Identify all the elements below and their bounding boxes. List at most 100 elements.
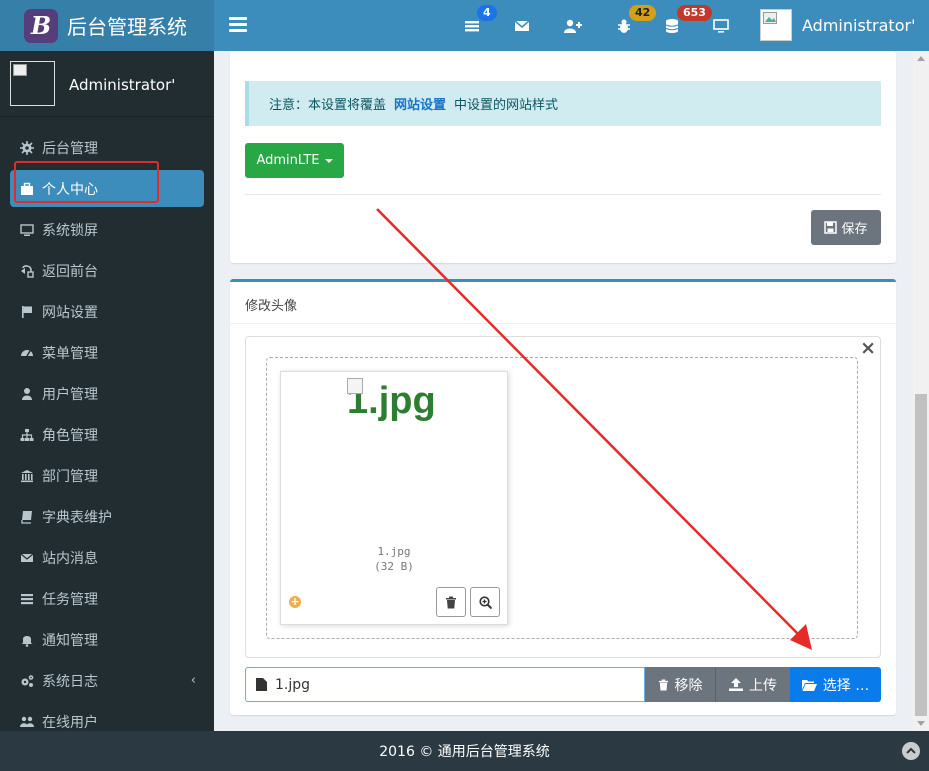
book-icon: [21, 510, 32, 524]
user-menu[interactable]: Administrator': [760, 9, 915, 41]
sidebar-item-label: 任务管理: [42, 591, 98, 608]
sidebar-item-label: 系统日志: [42, 673, 98, 690]
caret-down-icon: [324, 158, 333, 163]
sidebar-item-label: 站内消息: [42, 550, 98, 567]
sidebar-item-label: 字典表维护: [42, 509, 112, 526]
app-title: 后台管理系统: [67, 15, 187, 39]
file-size: (32 B): [374, 560, 414, 573]
browse-label: 选择 …: [822, 677, 870, 694]
save-button[interactable]: 保存: [811, 210, 881, 245]
chevron-up-icon: [906, 747, 916, 754]
sidebar-item-label: 用户管理: [42, 386, 98, 403]
sidebar-item-label: 通知管理: [42, 632, 98, 649]
sidebar-item-dictionary[interactable]: 字典表维护: [0, 496, 214, 537]
file-name: 1.jpg: [377, 545, 411, 558]
zoom-file-button[interactable]: [470, 587, 500, 617]
sidebar-item-logs[interactable]: 系统日志 ‹: [0, 660, 214, 701]
file-caption-value: 1.jpg: [275, 676, 311, 693]
dashboard-icon: [21, 349, 33, 356]
sidebar-item-label: 返回前台: [42, 263, 98, 280]
sidebar: Administrator' 后台管理 个人中心 系统锁屏 返回前台 网站设置 …: [0, 51, 214, 731]
tasks-icon[interactable]: [464, 18, 480, 34]
file-icon: [256, 678, 267, 691]
close-icon[interactable]: ×: [860, 337, 876, 359]
file-thumbnail: 1.jpg 1.jpg (32 B) +: [280, 371, 508, 625]
theme-settings-box: 注意：本设置将覆盖 网站设置 中设置的网站样式 AdminLTE 保存: [230, 51, 896, 263]
sidebar-item-site-settings[interactable]: 网站设置: [0, 291, 214, 332]
scroll-up-icon[interactable]: [917, 56, 925, 61]
bug-icon[interactable]: [616, 18, 632, 34]
divider: [230, 323, 896, 324]
tasks-badge: 4: [477, 5, 497, 21]
broken-image-icon: [347, 378, 363, 394]
scrollbar-thumb[interactable]: [915, 394, 927, 716]
trash-icon: [658, 679, 668, 690]
sidebar-item-messages[interactable]: 站内消息: [0, 537, 214, 578]
sidebar-menu: 后台管理 个人中心 系统锁屏 返回前台 网站设置 菜单管理 用户管理 角色管理: [0, 127, 214, 742]
sidebar-item-label: 在线用户: [42, 714, 98, 731]
sidebar-item-label: 系统锁屏: [42, 222, 98, 239]
remove-button[interactable]: 移除: [645, 667, 715, 702]
sidebar-item-users[interactable]: 用户管理: [0, 373, 214, 414]
monitor-icon[interactable]: [713, 18, 729, 34]
user-name: Administrator': [802, 15, 916, 35]
envelope-icon[interactable]: [514, 18, 530, 34]
footer-text: 2016 © 通用后台管理系统: [379, 744, 550, 760]
add-user-icon[interactable]: [564, 18, 582, 34]
avatar: [760, 9, 792, 41]
sidebar-item-notifications[interactable]: 通知管理: [0, 619, 214, 660]
sidebar-item-frontend[interactable]: 返回前台: [0, 250, 214, 291]
file-preview-panel: × 1.jpg 1.jpg (32 B) +: [245, 336, 881, 658]
sidebar-item-label: 角色管理: [42, 427, 98, 444]
chevron-left-icon: ‹: [190, 673, 196, 688]
external-icon: [21, 264, 34, 278]
bank-icon: [21, 469, 33, 482]
theme-dropdown-button[interactable]: AdminLTE: [245, 143, 344, 178]
sidebar-item-label: 后台管理: [42, 140, 98, 157]
file-caption-input[interactable]: 1.jpg: [245, 667, 645, 702]
bell-icon: [21, 635, 33, 647]
trash-icon: [446, 596, 456, 608]
zoom-in-icon: [478, 595, 492, 609]
box-title: 修改头像: [245, 299, 298, 314]
sidebar-item-lock[interactable]: 系统锁屏: [0, 209, 214, 250]
user-panel: Administrator': [0, 51, 214, 117]
folder-open-icon: [801, 679, 817, 691]
scroll-down-icon[interactable]: [917, 721, 925, 726]
theme-dropdown-label: AdminLTE: [256, 153, 320, 168]
sidebar-item-label: 部门管理: [42, 468, 98, 485]
logo[interactable]: B 后台管理系统: [0, 0, 214, 51]
avatar-box: 修改头像 × 1.jpg 1.jpg (32 B) + 1.jpg 移除 上传 …: [230, 279, 896, 715]
avatar: [10, 61, 55, 106]
notice-prefix: 注意：本设置将覆盖: [269, 98, 387, 113]
notice-callout: 注意：本设置将覆盖 网站设置 中设置的网站样式: [245, 81, 881, 126]
envelope-icon: [20, 553, 34, 562]
page-scrollbar[interactable]: [913, 51, 929, 731]
bugs-badge: 42: [629, 5, 657, 21]
notice-suffix: 中设置的网站样式: [454, 98, 559, 113]
sidebar-item-tasks[interactable]: 任务管理: [0, 578, 214, 619]
save-label: 保存: [841, 222, 868, 237]
sidebar-toggle-icon[interactable]: [229, 17, 247, 33]
sidebar-item-roles[interactable]: 角色管理: [0, 414, 214, 455]
gear-icon: [20, 140, 34, 155]
database-icon[interactable]: [664, 18, 680, 34]
site-settings-link[interactable]: 网站设置: [394, 94, 446, 113]
sidebar-user-name: Administrator': [69, 76, 176, 94]
back-to-top-button[interactable]: [902, 742, 920, 760]
annotation-highlight-box: [14, 161, 159, 203]
sitemap-icon: [20, 428, 34, 441]
database-badge: 653: [677, 5, 712, 21]
tasks-icon: [21, 593, 33, 604]
floppy-icon: [824, 221, 838, 234]
drop-zone[interactable]: 1.jpg 1.jpg (32 B) +: [266, 357, 858, 639]
sidebar-item-departments[interactable]: 部门管理: [0, 455, 214, 496]
sidebar-item-label: 菜单管理: [42, 345, 98, 362]
upload-icon: [729, 678, 743, 691]
upload-button[interactable]: 上传: [715, 667, 790, 702]
flag-icon: [22, 305, 32, 318]
sidebar-item-menu[interactable]: 菜单管理: [0, 332, 214, 373]
browse-button[interactable]: 选择 …: [790, 667, 881, 702]
remove-label: 移除: [674, 677, 703, 694]
delete-file-button[interactable]: [436, 587, 466, 617]
